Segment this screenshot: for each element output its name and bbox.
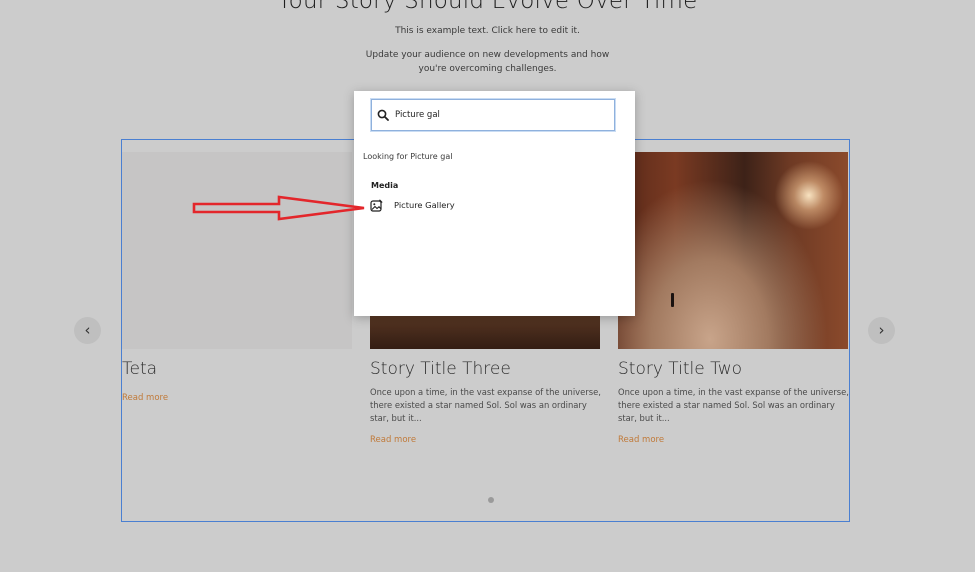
card-title: Story Title Two	[618, 359, 743, 379]
gallery-card[interactable]: Story Title Two Once upon a time, in the…	[618, 152, 849, 446]
card-title: Teta	[122, 359, 158, 379]
section-label-media: Media	[371, 181, 399, 190]
description-line-1: Update your audience on new developments…	[365, 50, 610, 60]
picture-gallery-icon	[370, 199, 383, 212]
card-image[interactable]	[122, 152, 352, 349]
chevron-right-icon: ›	[878, 321, 885, 339]
card-description: Once upon a time, in the vast expanse of…	[370, 387, 601, 423]
gallery-prev-button[interactable]: ‹	[74, 317, 101, 344]
chevron-left-icon: ‹	[84, 321, 91, 339]
search-input[interactable]	[395, 106, 605, 124]
read-more-link[interactable]: Read more	[370, 435, 416, 445]
annotation-arrow-icon	[192, 195, 365, 221]
page-subtext[interactable]: This is example text. Click here to edit…	[0, 26, 975, 36]
page-heading: Your Story Should Evolve Over Time	[277, 0, 698, 14]
add-element-search-popup: Looking for Picture gal Media Picture Ga…	[354, 91, 635, 316]
card-image[interactable]	[618, 152, 848, 349]
read-more-link[interactable]: Read more	[618, 435, 664, 445]
pagination-dot[interactable]	[488, 497, 494, 503]
search-field[interactable]	[371, 99, 615, 131]
read-more-link[interactable]: Read more	[122, 393, 168, 403]
page-description: Update your audience on new developments…	[0, 48, 975, 76]
gallery-card[interactable]: Teta Read more	[122, 152, 352, 404]
gallery-next-button[interactable]: ›	[868, 317, 895, 344]
image-figure	[671, 293, 674, 307]
card-description: Once upon a time, in the vast expanse of…	[618, 387, 849, 423]
description-line-2: you're overcoming challenges.	[418, 64, 557, 74]
search-icon	[377, 109, 389, 121]
result-picture-gallery[interactable]: Picture Gallery	[370, 198, 570, 214]
card-title: Story Title Three	[370, 359, 511, 379]
search-status: Looking for Picture gal	[363, 152, 453, 161]
result-label: Picture Gallery	[394, 200, 455, 210]
